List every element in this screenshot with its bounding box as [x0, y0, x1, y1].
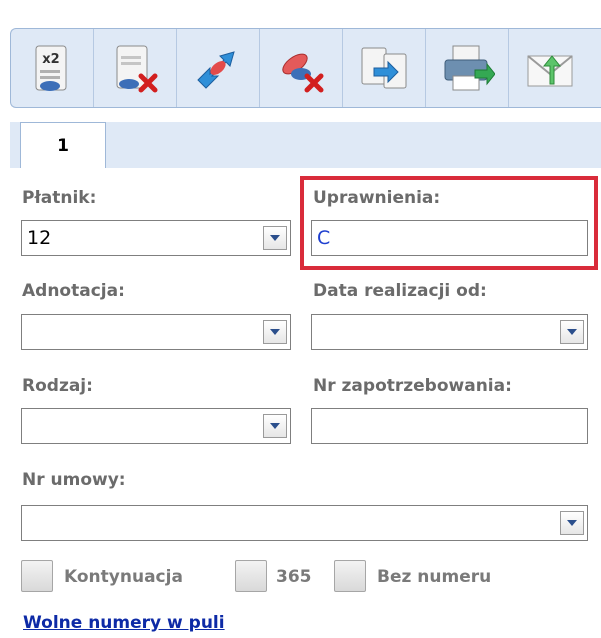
transfer-button[interactable]	[343, 29, 426, 107]
svg-text:x2: x2	[42, 52, 59, 67]
365-label: 365	[276, 567, 312, 587]
tab-strip: 1	[10, 122, 601, 168]
uprawnienia-field[interactable]: C	[311, 220, 588, 256]
chevron-down-icon[interactable]	[560, 511, 584, 535]
data-realizacji-label: Data realizacji od:	[313, 281, 487, 301]
adnotacja-select[interactable]	[21, 314, 291, 350]
duplicate-x2-icon: x2	[35, 45, 67, 91]
swap-arrows-icon	[197, 51, 235, 89]
duplicate-button[interactable]: x2	[11, 29, 94, 107]
nr-zapotrzebowania-field[interactable]	[311, 408, 588, 444]
uprawnienia-value: C	[317, 227, 331, 249]
chevron-down-icon[interactable]	[263, 320, 287, 344]
adnotacja-label: Adnotacja:	[22, 281, 125, 301]
print-icon	[444, 45, 495, 91]
delete-document-icon	[116, 45, 158, 93]
rodzaj-label: Rodzaj:	[22, 376, 93, 396]
data-realizacji-select[interactable]	[311, 314, 588, 350]
uprawnienia-label: Uprawnienia:	[313, 188, 441, 208]
kontynuacja-label: Kontynuacja	[64, 567, 183, 587]
delete-pills-icon	[282, 53, 324, 93]
platnik-label: Płatnik:	[22, 188, 97, 208]
nr-umowy-select[interactable]	[21, 505, 588, 541]
bez-numeru-label: Bez numeru	[377, 567, 492, 587]
send-mail-button[interactable]	[509, 29, 591, 107]
delete-medication-button[interactable]	[260, 29, 343, 107]
chevron-down-icon[interactable]	[263, 226, 287, 250]
bez-numeru-checkbox[interactable]	[334, 560, 366, 592]
platnik-select[interactable]: 12	[21, 220, 291, 256]
transfer-documents-icon	[361, 47, 407, 89]
delete-document-button[interactable]	[94, 29, 177, 107]
swap-button[interactable]	[177, 29, 260, 107]
chevron-down-icon[interactable]	[560, 320, 584, 344]
toolbar: x2	[10, 28, 601, 108]
options-row: Kontynuacja 365 Bez numeru	[21, 560, 541, 596]
wolne-numery-link[interactable]: Wolne numery w puli	[23, 613, 225, 633]
print-button[interactable]	[426, 29, 509, 107]
send-mail-icon	[527, 55, 573, 87]
platnik-value: 12	[27, 227, 52, 249]
tab-label: 1	[57, 135, 69, 156]
kontynuacja-checkbox[interactable]	[21, 560, 53, 592]
chevron-down-icon[interactable]	[263, 414, 287, 438]
rodzaj-select[interactable]	[21, 408, 291, 444]
nr-zapotrzebowania-label: Nr zapotrzebowania:	[313, 376, 512, 396]
nr-umowy-label: Nr umowy:	[22, 470, 126, 490]
tab-1[interactable]: 1	[20, 122, 106, 168]
365-checkbox[interactable]	[235, 560, 267, 592]
